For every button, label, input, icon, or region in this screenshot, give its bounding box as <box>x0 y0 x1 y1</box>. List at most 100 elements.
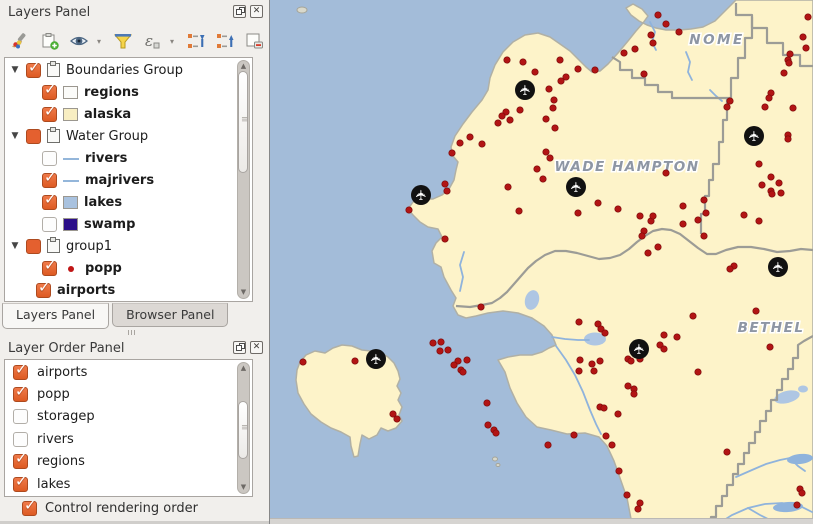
tab-layers-panel[interactable]: Layers Panel <box>2 303 109 329</box>
close-panel-icon[interactable]: ✕ <box>250 341 263 354</box>
layer-tree-scrollbar[interactable]: ▲ ▼ <box>237 60 250 299</box>
layer-visibility-checkbox[interactable] <box>42 85 57 100</box>
popp-point <box>505 184 511 190</box>
collapse-all-icon[interactable] <box>185 30 207 52</box>
tree-group-water-group[interactable]: ▼Water Group <box>5 125 252 147</box>
layer-visibility-checkbox[interactable] <box>42 217 57 232</box>
left-dock: Layers Panel ✕ ▾ ε ▾ <box>0 0 269 524</box>
layer-visibility-checkbox[interactable] <box>42 151 57 166</box>
tree-layer-regions[interactable]: regions <box>5 81 252 103</box>
dock-tabs: Layers Panel Browser Panel <box>2 303 231 329</box>
tree-layer-alaska[interactable]: alaska <box>5 103 252 125</box>
order-visibility-checkbox[interactable] <box>13 454 28 469</box>
popp-point <box>460 369 466 375</box>
layer-visibility-checkbox[interactable] <box>42 173 57 188</box>
expand-arrow-icon[interactable]: ▼ <box>10 241 20 251</box>
layer-visibility-checkbox[interactable] <box>26 63 41 78</box>
order-item-rivers[interactable]: rivers <box>5 428 252 450</box>
popp-point <box>444 188 450 194</box>
layer-order-list: airportspoppstoragepriversregionslakes ▲… <box>4 359 253 497</box>
manage-visibility-eye-icon[interactable] <box>68 30 90 52</box>
order-item-popp[interactable]: popp <box>5 383 252 405</box>
layer-visibility-checkbox[interactable] <box>26 129 41 144</box>
order-visibility-checkbox[interactable] <box>13 387 28 402</box>
tree-group-group1[interactable]: ▼ group1 <box>5 235 252 257</box>
expression-dropdown-caret-icon[interactable]: ▾ <box>170 37 178 46</box>
expand-all-icon[interactable] <box>214 30 236 52</box>
map-canvas[interactable]: NOMEWADE HAMPTONBETHEL✈✈✈✈✈✈✈ <box>269 0 813 524</box>
popp-point <box>756 161 762 167</box>
layer-visibility-checkbox[interactable] <box>26 239 41 254</box>
popp-point <box>648 32 654 38</box>
tree-layer-popp[interactable]: popp <box>5 257 252 279</box>
float-panel-icon[interactable] <box>233 341 246 354</box>
tree-layer-swamp[interactable]: swamp <box>5 213 252 235</box>
expand-arrow-icon[interactable]: ▼ <box>10 131 20 141</box>
popp-point <box>785 136 791 142</box>
filter-legend-funnel-icon[interactable] <box>112 30 134 52</box>
add-group-icon[interactable] <box>39 30 61 52</box>
layer-visibility-checkbox[interactable] <box>42 195 57 210</box>
order-visibility-checkbox[interactable] <box>13 365 28 380</box>
popp-point <box>768 174 774 180</box>
tree-layer-majrivers[interactable]: majrivers <box>5 169 252 191</box>
popp-point <box>464 357 470 363</box>
point-symbol <box>63 262 79 275</box>
islet <box>493 457 498 461</box>
tree-group-boundaries-group[interactable]: ▼Boundaries Group <box>5 59 252 81</box>
close-panel-icon[interactable]: ✕ <box>250 5 263 18</box>
order-item-lakes[interactable]: lakes <box>5 473 252 495</box>
layer-styling-brush-icon[interactable] <box>10 30 32 52</box>
layer-visibility-checkbox[interactable] <box>42 107 57 122</box>
order-item-storagep[interactable]: storagep <box>5 406 252 428</box>
filter-expression-icon[interactable]: ε <box>141 30 163 52</box>
layer-label: group1 <box>66 239 112 254</box>
expand-arrow-icon[interactable]: ▼ <box>10 65 20 75</box>
popp-point <box>637 500 643 506</box>
group-icon <box>47 239 60 253</box>
popp-point <box>701 197 707 203</box>
tree-layer-lakes[interactable]: lakes <box>5 191 252 213</box>
popp-point <box>803 45 809 51</box>
order-item-airports[interactable]: airports <box>5 361 252 383</box>
tree-layer-rivers[interactable]: rivers <box>5 147 252 169</box>
order-item-regions[interactable]: regions <box>5 451 252 473</box>
order-visibility-checkbox[interactable] <box>13 477 28 492</box>
airplane-icon: ✈ <box>569 181 585 193</box>
tree-layer-airports[interactable]: airports <box>5 279 252 301</box>
remove-layer-icon[interactable] <box>243 30 265 52</box>
float-panel-icon[interactable] <box>233 5 246 18</box>
layer-order-panel-title: Layer Order Panel <box>8 341 125 356</box>
popp-point <box>430 340 436 346</box>
layer-order-scrollbar[interactable]: ▲ ▼ <box>237 362 250 494</box>
popp-point <box>576 319 582 325</box>
layer-visibility-checkbox[interactable] <box>42 261 57 276</box>
popp-point <box>504 57 510 63</box>
line-symbol <box>63 174 79 187</box>
scrollbar-thumb[interactable] <box>238 401 248 459</box>
popp-point <box>639 233 645 239</box>
popp-point <box>493 430 499 436</box>
scroll-up-icon[interactable]: ▲ <box>238 62 249 71</box>
scroll-down-icon[interactable]: ▼ <box>238 288 249 297</box>
order-visibility-checkbox[interactable] <box>13 409 28 424</box>
scroll-up-icon[interactable]: ▲ <box>238 364 249 373</box>
popp-point <box>551 97 557 103</box>
popp-point <box>724 104 730 110</box>
tab-browser-panel[interactable]: Browser Panel <box>112 303 228 327</box>
popp-point <box>520 59 526 65</box>
order-visibility-checkbox[interactable] <box>13 432 28 447</box>
popp-point <box>786 60 792 66</box>
popp-point <box>800 34 806 40</box>
control-rendering-order-checkbox[interactable] <box>22 501 37 516</box>
scroll-down-icon[interactable]: ▼ <box>238 483 249 492</box>
airplane-icon: ✈ <box>414 189 430 201</box>
popp-point <box>695 369 701 375</box>
splitter-grip[interactable] <box>128 330 135 335</box>
popp-point <box>799 490 805 496</box>
scrollbar-thumb[interactable] <box>238 71 248 173</box>
layer-visibility-checkbox[interactable] <box>36 283 51 298</box>
visibility-dropdown-caret-icon[interactable]: ▾ <box>97 37 105 46</box>
popp-point <box>575 210 581 216</box>
popp-point <box>625 383 631 389</box>
